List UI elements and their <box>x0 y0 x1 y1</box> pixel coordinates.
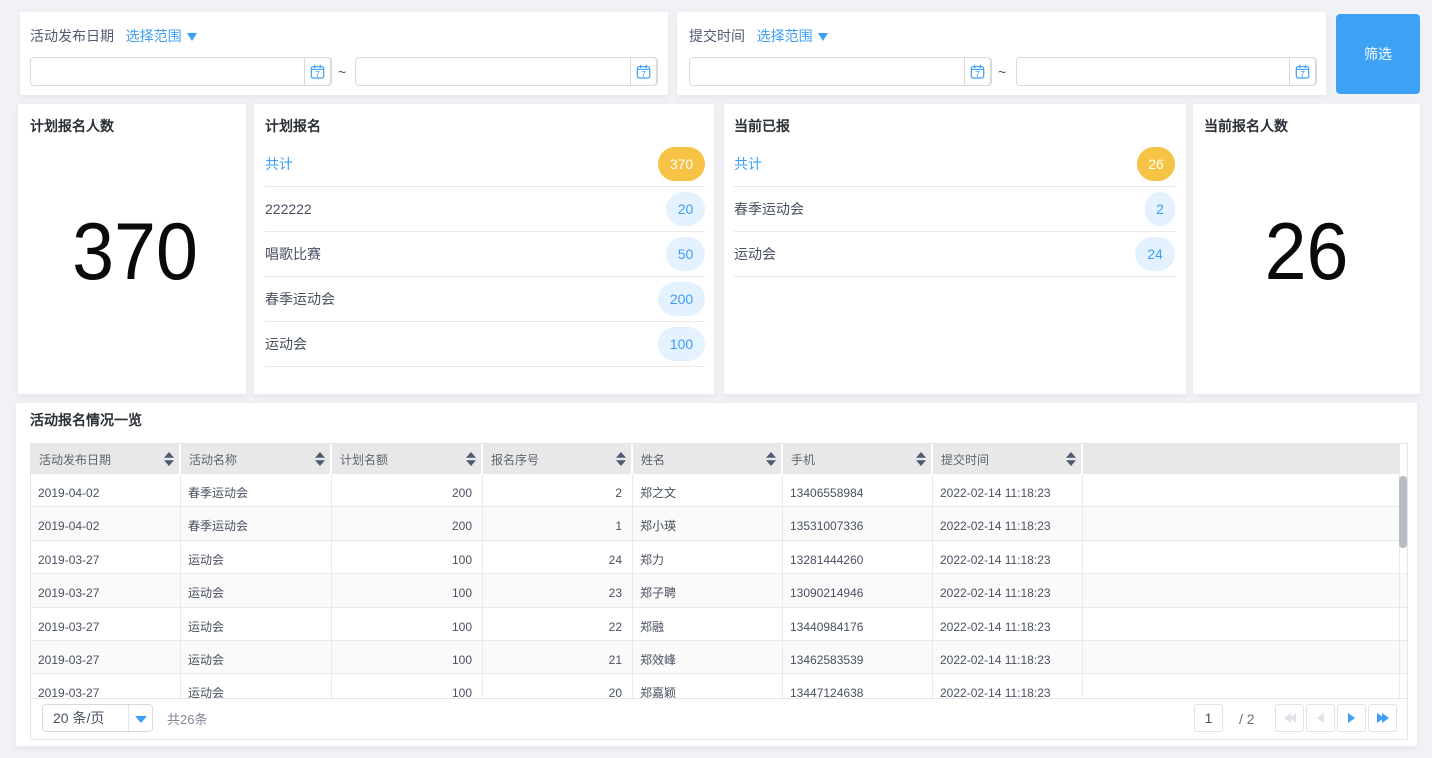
svg-text:7: 7 <box>641 69 646 79</box>
svg-text:7: 7 <box>315 69 320 79</box>
svg-text:7: 7 <box>1300 69 1305 79</box>
svg-text:7: 7 <box>975 69 980 79</box>
